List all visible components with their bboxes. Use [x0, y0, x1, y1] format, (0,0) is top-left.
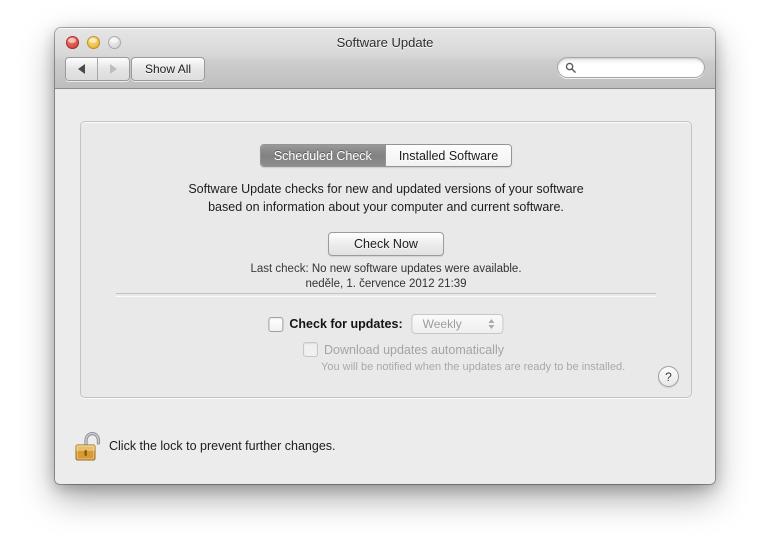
help-button[interactable]: ?	[658, 366, 679, 387]
unlocked-padlock-icon[interactable]	[73, 429, 103, 463]
frequency-popup-button[interactable]: Weekly	[411, 314, 504, 334]
search-field[interactable]	[557, 57, 705, 78]
stepper-up-icon	[488, 319, 495, 323]
download-automatically-checkbox[interactable]	[303, 342, 318, 357]
stepper-down-icon	[488, 325, 495, 329]
download-automatically-label: Download updates automatically	[324, 342, 504, 357]
help-question-icon: ?	[665, 369, 672, 384]
tab-installed-software[interactable]: Installed Software	[384, 145, 512, 166]
toolbar: Show All	[55, 54, 715, 86]
tab-scheduled-check-label: Scheduled Check	[273, 148, 372, 163]
panel-description: Software Update checks for new and updat…	[81, 180, 691, 216]
tab-installed-software-label: Installed Software	[398, 148, 499, 163]
window-title: Software Update	[336, 35, 434, 50]
check-for-updates-label: Check for updates:	[289, 317, 403, 331]
navigation-segmented-control	[65, 57, 130, 81]
check-for-updates-row: Check for updates: Weekly	[268, 314, 504, 334]
forward-arrow-icon	[110, 64, 117, 74]
window-body: Scheduled Check Installed Software Softw…	[55, 89, 715, 484]
search-icon	[565, 62, 576, 73]
forward-button[interactable]	[97, 58, 129, 80]
back-button[interactable]	[66, 58, 97, 80]
stepper-arrows-icon	[488, 319, 495, 329]
last-check-info: Last check: No new software updates were…	[81, 262, 691, 292]
tab-strip: Scheduled Check Installed Software	[259, 144, 513, 167]
show-all-label: Show All	[145, 62, 192, 76]
frequency-value: Weekly	[422, 317, 462, 331]
panel-description-line-2: based on information about your computer…	[208, 200, 564, 214]
last-check-date: neděle, 1. července 2012 21:39	[305, 278, 467, 290]
panel-description-line-1: Software Update checks for new and updat…	[188, 182, 584, 196]
last-check-status-row: Last check: No new software updates were…	[81, 262, 691, 277]
lock-row: Click the lock to prevent further change…	[73, 429, 336, 463]
check-now-label: Check Now	[354, 237, 418, 251]
last-check-status: No new software updates were available.	[311, 263, 522, 275]
check-now-button[interactable]: Check Now	[328, 232, 444, 256]
search-input[interactable]	[580, 59, 702, 76]
download-automatically-note: You will be notified when the updates ar…	[321, 361, 626, 373]
download-automatically-row: Download updates automatically	[303, 342, 504, 357]
tab-scheduled-check[interactable]: Scheduled Check	[260, 145, 385, 166]
lock-hint-text: Click the lock to prevent further change…	[109, 439, 336, 453]
section-divider	[116, 293, 656, 297]
back-arrow-icon	[78, 64, 85, 74]
preference-tab-box: Scheduled Check Installed Software Softw…	[80, 121, 692, 398]
window-titlebar: Software Update Show All	[55, 28, 715, 89]
tab-bar: Scheduled Check Installed Software	[81, 144, 691, 167]
last-check-label: Last check:	[250, 263, 309, 275]
show-all-button[interactable]: Show All	[131, 57, 206, 81]
software-update-window: Software Update Show All Scheduled Check…	[55, 28, 715, 484]
check-for-updates-checkbox[interactable]	[268, 316, 284, 332]
